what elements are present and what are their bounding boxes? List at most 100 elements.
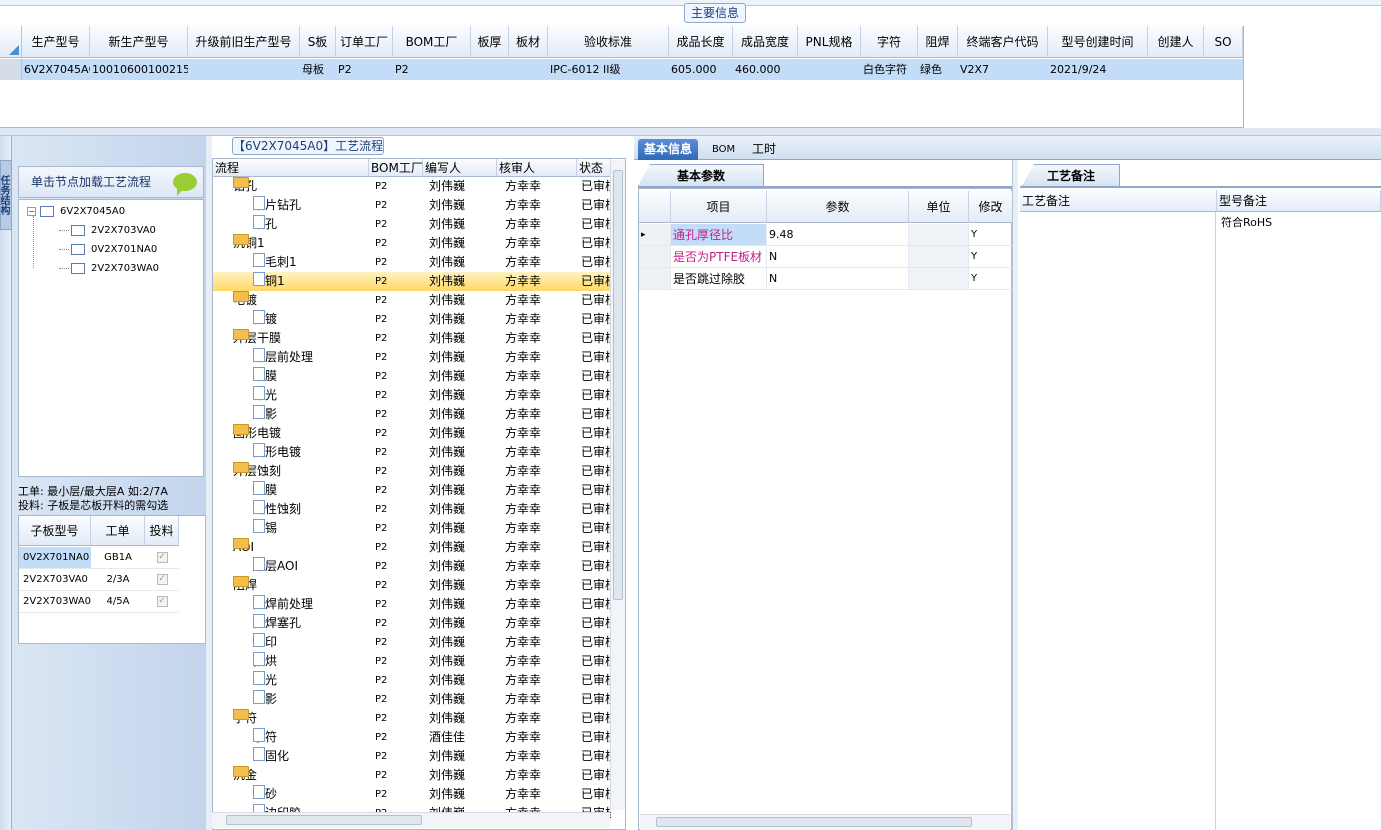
column-header[interactable]: 新生产型号 [90, 26, 188, 58]
sub-board-model[interactable]: 2V2X703VA0 [19, 569, 91, 591]
params-row-indicator[interactable] [639, 268, 671, 290]
tree-child-node[interactable]: 2V2X703VA0 [59, 222, 156, 240]
param-item[interactable]: 是否跳过除胶 [671, 268, 767, 290]
sub-board-order[interactable]: 2/3A [91, 569, 145, 591]
process-row[interactable]: −字符 P2 刘伟巍 方幸幸 已审核 [213, 709, 611, 728]
process-vertical-scrollbar[interactable] [610, 160, 625, 810]
column-header[interactable]: 升级前旧生产型号 [188, 26, 300, 58]
vertical-splitter-right[interactable] [1012, 160, 1018, 830]
process-vscroll-thumb[interactable] [613, 170, 623, 600]
model-note-header[interactable]: 型号备注 [1217, 190, 1381, 212]
sub-grid-header[interactable]: 子板型号 [19, 516, 91, 546]
process-row[interactable]: 退锡 P2 刘伟巍 方幸幸 已审核 [213, 519, 611, 538]
process-row[interactable]: −外层蚀刻 P2 刘伟巍 方幸幸 已审核 [213, 462, 611, 481]
param-modify[interactable]: Y [969, 268, 1013, 290]
params-grid-corner[interactable] [639, 191, 671, 223]
feed-checkbox[interactable]: ✓ [156, 551, 168, 563]
process-row[interactable]: 碱性蚀刻 P2 刘伟巍 方幸幸 已审核 [213, 500, 611, 519]
process-column-header[interactable]: 编写人 [423, 159, 497, 177]
process-row[interactable]: 显影 P2 刘伟巍 方幸幸 已审核 [213, 690, 611, 709]
sub-board-feed[interactable]: ✓ [145, 547, 179, 569]
process-horizontal-scrollbar[interactable] [212, 812, 610, 828]
column-header[interactable]: 板材 [509, 26, 548, 58]
params-row-indicator[interactable] [639, 246, 671, 268]
param-unit[interactable] [909, 224, 969, 246]
column-header[interactable]: 成品长度 [669, 26, 733, 58]
side-tab-task-structure[interactable]: 任务结构 [0, 160, 12, 230]
feed-checkbox[interactable]: ✓ [156, 595, 168, 607]
process-row[interactable]: −电镀 P2 刘伟巍 方幸幸 已审核 [213, 291, 611, 310]
column-header[interactable]: 型号创建时间 [1048, 26, 1148, 58]
column-header[interactable]: 板厚 [471, 26, 509, 58]
process-row[interactable]: −阻焊 P2 刘伟巍 方幸幸 已审核 [213, 576, 611, 595]
node-checkbox-icon[interactable] [71, 262, 85, 274]
sub-board-feed[interactable]: ✓ [145, 569, 179, 591]
column-header[interactable]: 订单工厂 [336, 26, 393, 58]
row-indicator[interactable] [0, 59, 22, 80]
left-collapse-bar[interactable] [0, 136, 12, 830]
process-row[interactable]: 板镀 P2 刘伟巍 方幸幸 已审核 [213, 310, 611, 329]
column-header[interactable]: 终端客户代码 [958, 26, 1048, 58]
grid-corner[interactable] [0, 26, 22, 58]
process-row[interactable]: 退膜 P2 刘伟巍 方幸幸 已审核 [213, 481, 611, 500]
column-header[interactable]: 字符 [861, 26, 918, 58]
param-value[interactable]: N [767, 268, 909, 290]
column-header[interactable]: PNL规格 [798, 26, 861, 58]
process-row[interactable]: 外层AOI P2 刘伟巍 方幸幸 已审核 [213, 557, 611, 576]
process-row[interactable]: 钻孔 P2 刘伟巍 方幸幸 已审核 [213, 215, 611, 234]
model-note-area[interactable]: 符合RoHS [1217, 212, 1381, 830]
column-header[interactable]: 生产型号 [22, 26, 90, 58]
column-header[interactable]: S板 [300, 26, 336, 58]
horizontal-splitter[interactable] [0, 128, 1381, 136]
process-row[interactable]: 终固化 P2 刘伟巍 方幸幸 已审核 [213, 747, 611, 766]
feed-checkbox[interactable]: ✓ [156, 573, 168, 585]
process-row[interactable]: 曝光 P2 刘伟巍 方幸幸 已审核 [213, 671, 611, 690]
tree-child-node[interactable]: 0V2X701NA0 [59, 241, 157, 259]
tree-root-node[interactable]: − 6V2X7045A0 [27, 203, 125, 221]
params-row-indicator[interactable]: ▸ [639, 224, 671, 246]
process-hscroll-thumb[interactable] [226, 815, 422, 825]
sub-board-feed[interactable]: ✓ [145, 591, 179, 613]
param-value[interactable]: 9.48 [767, 224, 909, 246]
params-column-header[interactable]: 单位 [909, 191, 969, 223]
process-row[interactable]: −沉铜1 P2 刘伟巍 方幸幸 已审核 [213, 234, 611, 253]
process-column-header[interactable]: 流程 [213, 159, 369, 177]
process-row[interactable]: 铝片钻孔 P2 刘伟巍 方幸幸 已审核 [213, 196, 611, 215]
sub-grid-header[interactable]: 投料 [145, 516, 179, 546]
params-horizontal-scrollbar[interactable] [640, 814, 1010, 830]
process-row[interactable]: 阻焊塞孔 P2 刘伟巍 方幸幸 已审核 [213, 614, 611, 633]
column-header[interactable]: 验收标准 [548, 26, 669, 58]
column-header[interactable]: 创建人 [1148, 26, 1204, 58]
process-row[interactable]: 显影 P2 刘伟巍 方幸幸 已审核 [213, 405, 611, 424]
param-item[interactable]: 是否为PTFE板材 [671, 246, 767, 268]
tab-basic-info[interactable]: 基本信息 [638, 139, 699, 160]
param-unit[interactable] [909, 268, 969, 290]
param-unit[interactable] [909, 246, 969, 268]
node-checkbox-icon[interactable] [71, 224, 85, 236]
process-row[interactable]: 曝光 P2 刘伟巍 方幸幸 已审核 [213, 386, 611, 405]
tab-hours[interactable]: 工时 [746, 139, 782, 160]
process-row[interactable]: 丝印 P2 刘伟巍 方幸幸 已审核 [213, 633, 611, 652]
tab-bom[interactable]: BOM [706, 139, 741, 160]
tree-child-node[interactable]: 2V2X703WA0 [59, 260, 159, 278]
process-note-header[interactable]: 工艺备注 [1020, 190, 1217, 212]
process-row[interactable]: 阻焊前处理 P2 刘伟巍 方幸幸 已审核 [213, 595, 611, 614]
column-header[interactable]: 阻焊 [918, 26, 958, 58]
process-column-header[interactable]: 状态 [577, 159, 611, 177]
column-header[interactable]: SO [1204, 26, 1243, 58]
basic-params-tab[interactable]: 基本参数 [638, 164, 764, 186]
params-column-header[interactable]: 参数 [767, 191, 909, 223]
process-row[interactable]: 去毛刺1 P2 刘伟巍 方幸幸 已审核 [213, 253, 611, 272]
param-item[interactable]: 通孔厚径比 [671, 224, 767, 246]
params-column-header[interactable]: 项目 [671, 191, 767, 223]
process-row[interactable]: 贴膜 P2 刘伟巍 方幸幸 已审核 [213, 367, 611, 386]
node-checkbox-icon[interactable] [71, 243, 85, 255]
process-row[interactable]: −AOI P2 刘伟巍 方幸幸 已审核 [213, 538, 611, 557]
params-column-header[interactable]: 修改 [969, 191, 1013, 223]
process-row[interactable]: −沉金 P2 刘伟巍 方幸幸 已审核 [213, 766, 611, 785]
process-row[interactable]: −钻孔 P2 刘伟巍 方幸幸 已审核 [213, 177, 611, 196]
process-row[interactable]: 沉铜1 P2 刘伟巍 方幸幸 已审核 [213, 272, 611, 291]
node-checkbox-icon[interactable] [40, 205, 54, 217]
collapse-icon[interactable]: − [27, 206, 36, 216]
process-row[interactable]: 外层前处理 P2 刘伟巍 方幸幸 已审核 [213, 348, 611, 367]
